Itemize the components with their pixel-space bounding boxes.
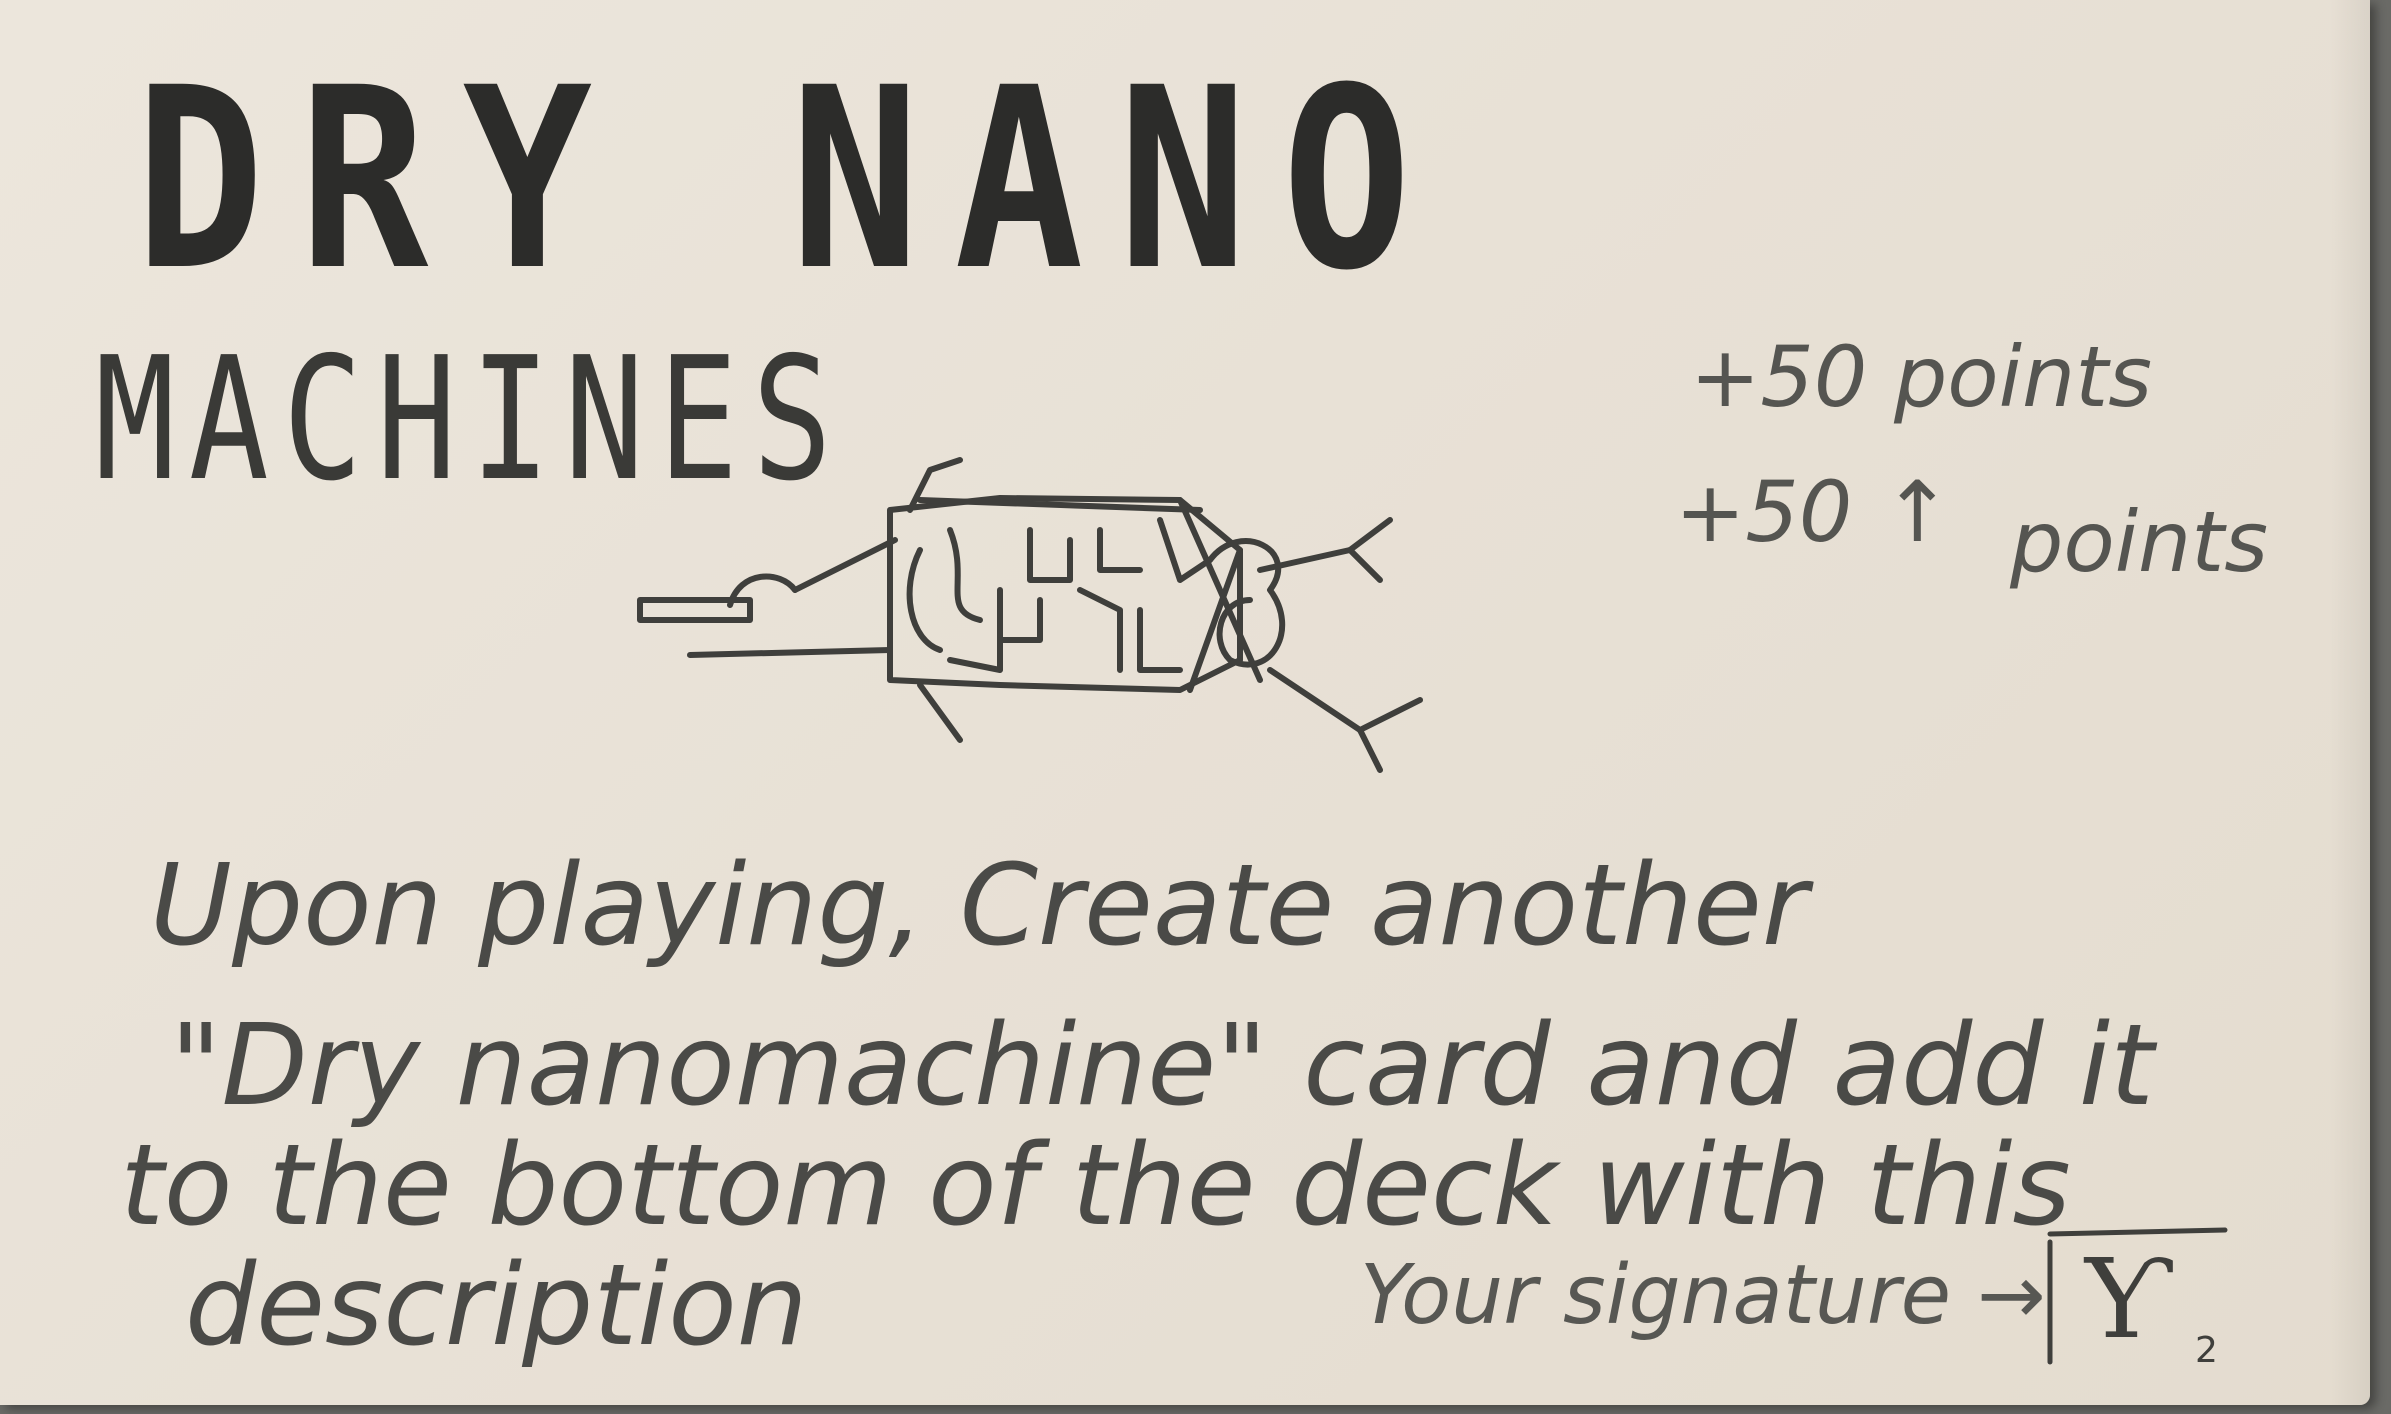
- points-line-2-prefix: +50: [1675, 463, 1853, 561]
- nanomachine-drawing-icon: [637, 457, 1423, 773]
- points-line-2: +50 ↑: [1675, 470, 1953, 554]
- signature-mark: Ƴ: [2083, 1235, 2173, 1363]
- up-arrow-icon: ↑: [1882, 463, 1953, 561]
- points-line-1: +50 points: [1690, 328, 2152, 426]
- description-line-2: "Dry nanomachine" card and add it: [170, 1001, 2154, 1131]
- description-line-1: Upon playing, Create another: [150, 841, 1808, 971]
- description-line-3: to the bottom of the deck with this: [120, 1121, 2071, 1251]
- description-line-4: description: [185, 1241, 808, 1371]
- points-line-2-suffix: points: [2010, 493, 2268, 591]
- signature-label: Your signature →: [1360, 1248, 2046, 1343]
- index-card: DRY NANO MACHINES +50 points +50 ↑ points: [0, 0, 2370, 1405]
- signature-subscript: 2: [2195, 1330, 2218, 1371]
- signature-field: Ƴ 2: [2047, 1227, 2228, 1371]
- card-edge-shadow: [2330, 0, 2370, 1405]
- card-title-line1: DRY NANO: [135, 34, 1446, 325]
